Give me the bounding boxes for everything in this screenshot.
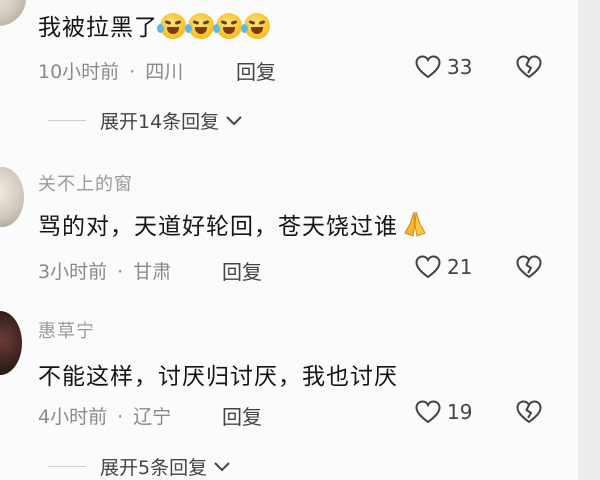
like-button[interactable]: 21 xyxy=(415,255,472,279)
divider-line xyxy=(48,466,86,467)
separator-dot: · xyxy=(129,61,136,83)
comment-text-content: 我被拉黑了 xyxy=(38,15,158,41)
divider-line xyxy=(48,120,86,121)
comment-item: 惠草宁 不能这样，讨厌归讨厌，我也讨厌 4小时前 · 辽宁 回复 19 xyxy=(0,307,578,437)
avatar[interactable] xyxy=(0,167,24,227)
timestamp: 4小时前 xyxy=(38,406,108,428)
comment-text-content: 不能这样，讨厌归讨厌，我也讨厌 xyxy=(38,364,398,390)
heart-icon xyxy=(415,400,441,424)
comment-text: 不能这样，讨厌归讨厌，我也讨厌 xyxy=(38,357,398,391)
dislike-icon[interactable] xyxy=(516,255,542,279)
like-button[interactable]: 33 xyxy=(415,55,472,79)
dislike-icon[interactable] xyxy=(516,400,542,424)
expand-replies-button[interactable]: 展开14条回复 xyxy=(48,107,243,134)
separator-dot: · xyxy=(117,261,124,283)
like-count: 19 xyxy=(447,400,473,424)
reply-button[interactable]: 回复 xyxy=(222,401,262,430)
region: 四川 xyxy=(145,61,184,83)
comment-meta: 10小时前 · 四川 xyxy=(38,57,183,84)
region: 甘肃 xyxy=(133,261,172,283)
reply-button[interactable]: 回复 xyxy=(236,56,276,85)
comment-text: 我被拉黑了 xyxy=(38,8,270,42)
avatar[interactable] xyxy=(0,0,26,26)
comment-text: 骂的对，天道好轮回，苍天饶过谁 xyxy=(38,207,430,245)
region: 辽宁 xyxy=(133,406,172,428)
timestamp: 3小时前 xyxy=(38,261,108,283)
like-count: 21 xyxy=(447,255,473,279)
dislike-icon[interactable] xyxy=(516,55,542,79)
heart-icon xyxy=(415,255,441,279)
comment-meta: 4小时前 · 辽宁 xyxy=(38,402,171,429)
expand-replies-button[interactable]: 展开5条回复 xyxy=(48,453,231,480)
comment-item: 关不上的窗 骂的对，天道好轮回，苍天饶过谁 3小时前 · 甘肃 回复 21 xyxy=(0,160,578,290)
laughing-crying-emoji-icon xyxy=(157,13,270,41)
expand-replies-label: 展开5条回复 xyxy=(100,457,208,479)
comment-meta: 3小时前 · 甘肃 xyxy=(38,257,171,284)
username[interactable]: 关不上的窗 xyxy=(38,170,133,196)
reply-button[interactable]: 回复 xyxy=(222,256,262,285)
chevron-down-icon xyxy=(213,456,231,478)
like-button[interactable]: 19 xyxy=(415,400,472,424)
username[interactable]: 惠草宁 xyxy=(38,317,95,343)
expand-replies-label: 展开14条回复 xyxy=(100,111,220,133)
praying-hands-emoji-icon xyxy=(400,209,430,245)
chevron-down-icon xyxy=(225,110,243,132)
like-count: 33 xyxy=(447,55,473,79)
timestamp: 10小时前 xyxy=(38,61,120,83)
right-edge-strip xyxy=(578,0,600,480)
heart-icon xyxy=(415,55,441,79)
avatar[interactable] xyxy=(0,311,22,375)
comment-text-content: 骂的对，天道好轮回，苍天饶过谁 xyxy=(38,214,398,240)
separator-dot: · xyxy=(117,406,124,428)
